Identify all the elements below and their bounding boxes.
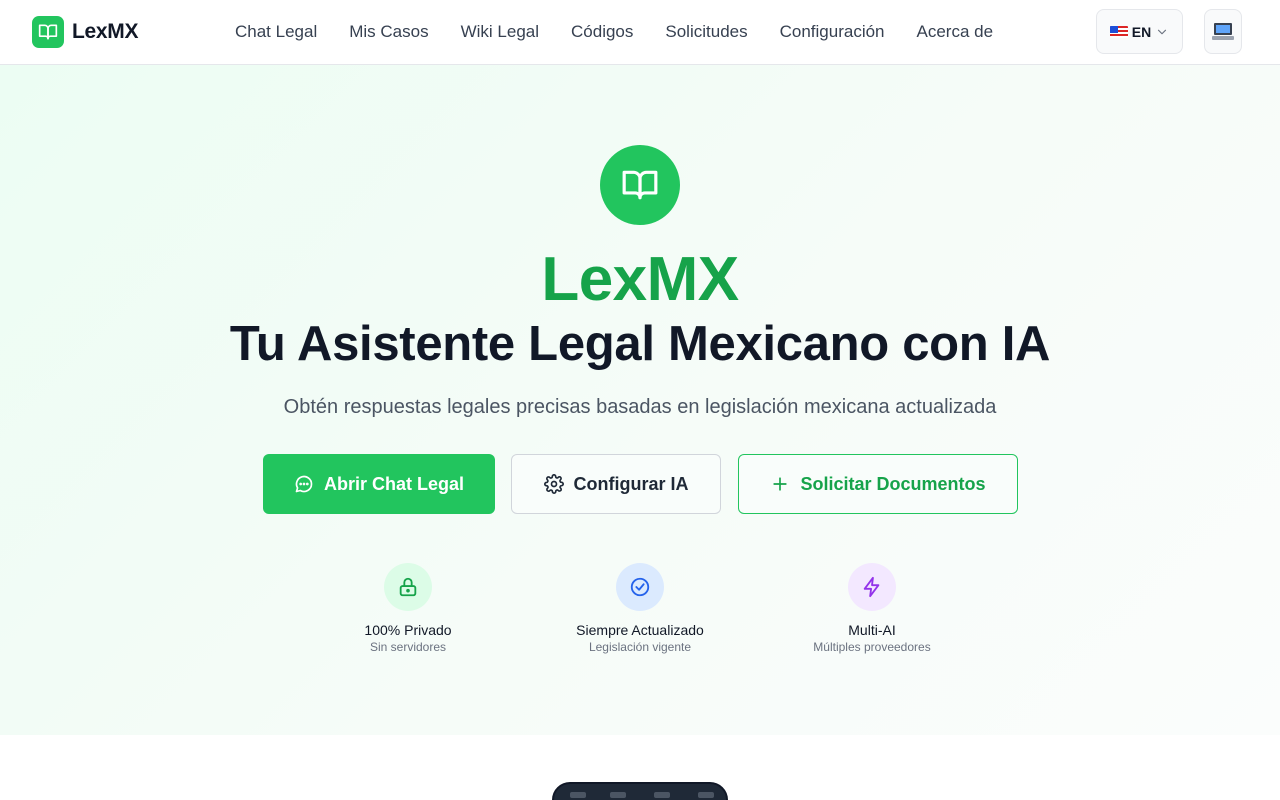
us-flag-icon [1109, 25, 1128, 38]
check-circle-icon [616, 563, 664, 611]
request-documents-button[interactable]: Solicitar Documentos [738, 454, 1018, 514]
chat-bubble-icon [295, 475, 313, 493]
feature-multi-ai: Multi-AI Múltiples proveedores [772, 563, 972, 655]
nav-acerca-de[interactable]: Acerca de [901, 22, 1010, 42]
open-chat-label: Abrir Chat Legal [323, 473, 465, 494]
top-navbar: LexMX Chat Legal Mis Casos Wiki Legal Có… [0, 0, 1280, 65]
feature-title: Multi-AI [848, 622, 896, 638]
lock-icon [384, 563, 432, 611]
nav-solicitudes[interactable]: Solicitudes [649, 22, 763, 42]
plus-icon [773, 477, 788, 491]
nav-chat-legal[interactable]: Chat Legal [219, 22, 333, 42]
feature-updated: Siempre Actualizado Legislación vigente [540, 563, 740, 655]
hero-description: Obtén respuestas legales precisas basada… [283, 396, 997, 418]
request-documents-label: Solicitar Documentos [800, 473, 986, 494]
feature-private: 100% Privado Sin servidores [308, 563, 508, 655]
gear-icon [543, 474, 564, 494]
open-chat-button[interactable]: Abrir Chat Legal [263, 454, 495, 514]
hero-book-icon [600, 145, 680, 225]
book-icon [32, 16, 64, 48]
brand-name: LexMX [72, 20, 139, 43]
feature-subtitle: Sin servidores [369, 640, 447, 654]
next-section [0, 735, 1280, 800]
nav-codigos[interactable]: Códigos [555, 22, 649, 42]
feature-title: Siempre Actualizado [576, 622, 704, 638]
laptop-icon [1212, 22, 1234, 40]
feature-subtitle: Legislación vigente [588, 640, 692, 654]
nav-wiki-legal[interactable]: Wiki Legal [445, 22, 555, 42]
theme-toggle-button[interactable] [1204, 9, 1242, 54]
feature-title: 100% Privado [364, 622, 452, 638]
main-nav: Chat Legal Mis Casos Wiki Legal Códigos … [219, 0, 1009, 64]
nav-mis-casos[interactable]: Mis Casos [333, 22, 444, 42]
configure-ai-button[interactable]: Configurar IA [511, 454, 721, 514]
configure-ai-label: Configurar IA [573, 473, 689, 494]
device-mockup-image [552, 782, 728, 800]
language-label: EN [1131, 23, 1152, 40]
hero-section: LexMX Tu Asistente Legal Mexicano con IA… [0, 65, 1280, 735]
hero-subtitle: Tu Asistente Legal Mexicano con IA [229, 317, 1051, 371]
hero-title: LexMX [541, 245, 739, 314]
brand-logo-link[interactable]: LexMX [32, 16, 138, 48]
chevron-down-icon [1158, 29, 1167, 34]
nav-configuracion[interactable]: Configuración [764, 22, 901, 42]
lightning-icon [848, 563, 896, 611]
feature-subtitle: Múltiples proveedores [813, 640, 931, 654]
language-selector[interactable]: EN [1096, 9, 1183, 54]
